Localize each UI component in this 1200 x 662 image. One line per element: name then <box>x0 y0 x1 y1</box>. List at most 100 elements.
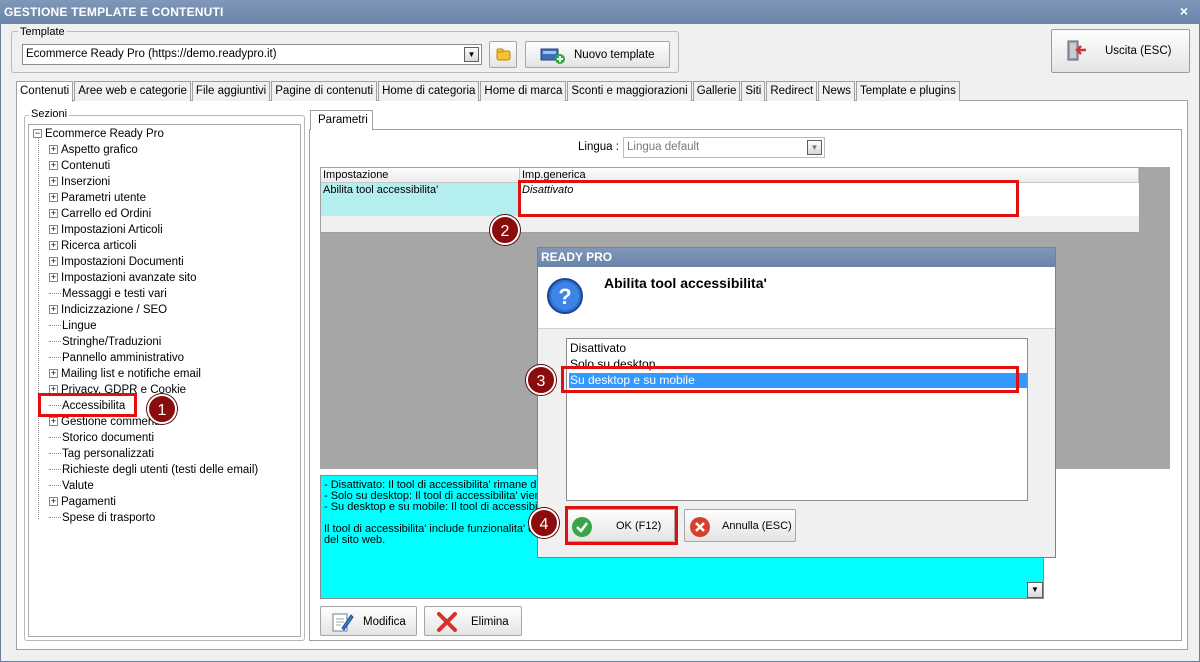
expand-icon[interactable]: + <box>49 257 58 267</box>
tree-item-label: Messaggi e testi vari <box>62 288 167 300</box>
close-icon[interactable]: × <box>1176 3 1192 19</box>
tree-item-label: Pannello amministrativo <box>62 352 185 364</box>
tree-item[interactable]: + Ricerca articoli <box>49 238 136 254</box>
tree-item-label: Aspetto grafico <box>61 144 138 156</box>
tab-sconti[interactable]: Sconti e maggiorazioni <box>567 81 692 101</box>
option-disattivato[interactable]: Disattivato <box>569 341 1027 356</box>
tree-item[interactable]: + Impostazioni Articoli <box>49 222 163 238</box>
tab-file-aggiuntivi[interactable]: File aggiuntivi <box>191 81 271 101</box>
tab-siti[interactable]: Siti <box>741 81 766 101</box>
tree-item[interactable]: Lingue <box>49 318 97 334</box>
scroll-down-icon[interactable]: ▼ <box>1027 582 1043 598</box>
expand-icon[interactable]: + <box>49 241 58 251</box>
question-icon: ? <box>547 278 583 314</box>
expand-icon[interactable]: + <box>49 161 58 171</box>
tab-home-marca[interactable]: Home di marca <box>480 81 567 101</box>
tree-item-label: Tag personalizzati <box>62 448 155 460</box>
dialog-title: READY PRO <box>538 248 1055 267</box>
tab-redirect[interactable]: Redirect <box>766 81 818 101</box>
tree-item[interactable]: Stringhe/Traduzioni <box>49 334 161 350</box>
chevron-down-icon[interactable]: ▼ <box>464 47 479 62</box>
expand-icon[interactable]: + <box>49 145 58 155</box>
tree-item-label: Valute <box>62 480 94 492</box>
delete-x-icon <box>437 612 457 632</box>
grid-cell-setting[interactable]: Abilita tool accessibilita' <box>321 183 520 216</box>
open-folder-button[interactable] <box>489 41 517 68</box>
tree-item[interactable]: Richieste degli utenti (testi delle emai… <box>49 462 258 478</box>
grid-header-impostazione: Impostazione <box>321 168 520 183</box>
tree-item[interactable]: + Carrello ed Ordini <box>49 206 151 222</box>
delete-button[interactable]: Elimina <box>424 606 522 636</box>
tree-item[interactable]: Valute <box>49 478 94 494</box>
window-title: GESTIONE TEMPLATE E CONTENUTI <box>0 0 1200 24</box>
tree-connector <box>49 517 61 519</box>
options-list[interactable]: Disattivato Solo su desktop Su desktop e… <box>566 338 1028 501</box>
tree-item-label: Pagamenti <box>61 496 116 508</box>
expand-icon[interactable]: + <box>49 305 58 315</box>
collapse-icon[interactable]: − <box>33 129 42 139</box>
tree-item-label: Spese di trasporto <box>62 512 156 524</box>
tree-item-label: Inserzioni <box>61 176 111 188</box>
main-tabs: Contenuti Aree web e categorie File aggi… <box>16 81 961 102</box>
tree-item-label: Contenuti <box>61 160 111 172</box>
tree-connector <box>49 437 61 439</box>
step-marker-3: 3 <box>526 365 556 395</box>
lingua-select[interactable]: Lingua default ▼ <box>623 137 825 158</box>
cancel-button[interactable]: Annulla (ESC) <box>684 509 796 542</box>
sections-tree[interactable]: − Ecommerce Ready Pro + Aspetto grafico + Co… <box>28 124 301 637</box>
cancel-label: Annulla (ESC) <box>722 520 792 532</box>
tree-item[interactable]: + Contenuti <box>49 158 110 174</box>
tree-item-label: Stringhe/Traduzioni <box>62 336 162 348</box>
cancel-x-icon <box>690 517 710 537</box>
tree-item-label: Impostazioni Articoli <box>61 224 163 236</box>
dialog-question: Abilita tool accessibilita' <box>604 275 767 291</box>
highlight-option <box>561 366 1019 393</box>
tab-pagine-contenuti[interactable]: Pagine di contenuti <box>271 81 378 101</box>
expand-icon[interactable]: + <box>49 417 58 427</box>
tree-item[interactable]: + Indicizzazione / SEO <box>49 302 167 318</box>
highlight-accessibilita <box>38 393 137 417</box>
tab-aree-web[interactable]: Aree web e categorie <box>74 81 191 101</box>
tree-connector <box>49 325 61 327</box>
expand-icon[interactable]: + <box>49 225 58 235</box>
tab-parametri[interactable]: Parametri <box>310 110 373 130</box>
template-select[interactable]: Ecommerce Ready Pro (https://demo.readyp… <box>22 44 482 65</box>
tree-item-label: Lingue <box>62 320 97 332</box>
template-legend: Template <box>18 26 67 38</box>
expand-icon[interactable]: + <box>49 369 58 379</box>
tree-connector <box>49 357 61 359</box>
expand-icon[interactable]: + <box>49 497 58 507</box>
tab-gallerie[interactable]: Gallerie <box>692 81 741 101</box>
exit-label: Uscita (ESC) <box>1105 45 1172 57</box>
tree-item[interactable]: + Impostazioni Documenti <box>49 254 184 270</box>
tab-home-categoria[interactable]: Home di categoria <box>378 81 480 101</box>
tree-item[interactable]: + Aspetto grafico <box>49 142 138 158</box>
tree-item[interactable]: Storico documenti <box>49 430 154 446</box>
chevron-down-icon[interactable]: ▼ <box>807 140 822 155</box>
highlight-ok <box>565 506 678 545</box>
tree-item[interactable]: Tag personalizzati <box>49 446 154 462</box>
tab-news[interactable]: News <box>818 81 855 101</box>
tree-item-label: Storico documenti <box>62 432 155 444</box>
expand-icon[interactable]: + <box>49 177 58 187</box>
expand-icon[interactable]: + <box>49 209 58 219</box>
tree-item-label: Gestione commenti <box>61 416 161 428</box>
tree-item[interactable]: Messaggi e testi vari <box>49 286 167 302</box>
tree-item[interactable]: Pannello amministrativo <box>49 350 184 366</box>
tree-item[interactable]: + Pagamenti <box>49 494 116 510</box>
tab-contenuti[interactable]: Contenuti <box>16 81 74 102</box>
tree-item[interactable]: Spese di trasporto <box>49 510 155 526</box>
tree-item[interactable]: + Inserzioni <box>49 174 110 190</box>
tree-item[interactable]: + Impostazioni avanzate sito <box>49 270 197 286</box>
tree-root[interactable]: − Ecommerce Ready Pro <box>33 126 164 142</box>
tree-item[interactable]: + Parametri utente <box>49 190 146 206</box>
modify-button[interactable]: Modifica <box>320 606 417 636</box>
expand-icon[interactable]: + <box>49 193 58 203</box>
new-template-label: Nuovo template <box>574 49 655 61</box>
new-template-button[interactable]: Nuovo template <box>525 41 670 68</box>
exit-button[interactable]: Uscita (ESC) <box>1051 29 1190 73</box>
tree-connector <box>49 469 61 471</box>
expand-icon[interactable]: + <box>49 273 58 283</box>
tab-template-plugins[interactable]: Template e plugins <box>855 81 960 101</box>
tree-item[interactable]: + Mailing list e notifiche email <box>49 366 201 382</box>
